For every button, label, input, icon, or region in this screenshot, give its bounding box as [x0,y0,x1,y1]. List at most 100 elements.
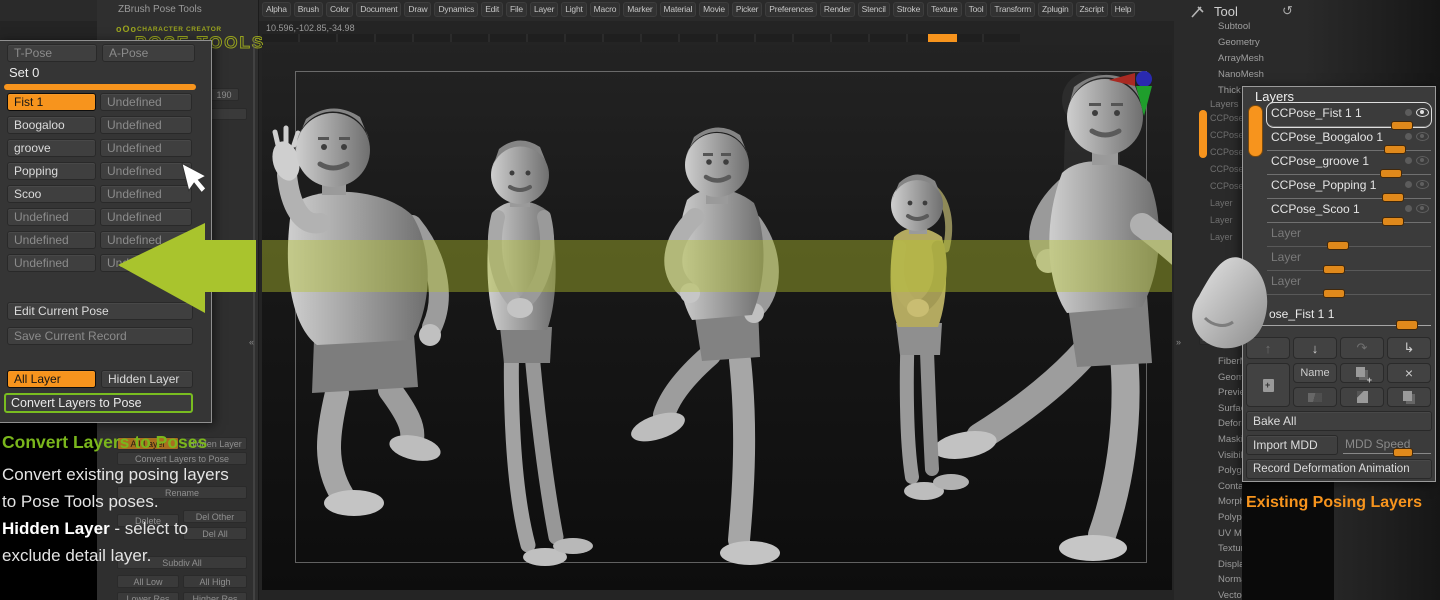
menu-item[interactable]: Color [326,2,353,17]
pose-name-button[interactable]: Popping [7,162,96,180]
eye-icon[interactable] [1416,156,1429,165]
eye-icon[interactable] [1416,180,1429,189]
layers-scrollbar-pill[interactable] [1248,105,1263,157]
eye-icon[interactable] [1416,132,1429,141]
palette-section-item[interactable]: NanoMesh [1218,67,1264,83]
duplicate-layer-button[interactable] [1340,363,1384,383]
convert-layers-to-pose-button[interactable]: Convert Layers to Pose [4,393,193,413]
pose-value-button[interactable]: Undefined [100,162,192,180]
menu-item[interactable]: Stencil [858,2,890,17]
new-layer-button[interactable] [1246,363,1290,407]
menu-item[interactable]: Render [820,2,855,17]
eye-icon[interactable] [1416,108,1429,117]
layer-row[interactable]: CCPose_Boogaloo 1 [1267,127,1431,151]
menu-item[interactable]: Help [1111,2,1136,17]
pose-name-button[interactable]: groove [7,139,96,157]
layer-row[interactable]: Layer [1267,247,1431,271]
rename-layer-button[interactable]: Name [1293,363,1337,383]
record-icon[interactable] [1405,181,1412,188]
menu-item[interactable]: Document [356,2,401,17]
menu-item[interactable]: Zscript [1076,2,1108,17]
all-layer-button[interactable]: All Layer [7,370,96,388]
menu-item[interactable]: Draw [404,2,431,17]
menu-item[interactable]: Dynamics [434,2,478,17]
palette-section-item[interactable]: Geometry [1218,35,1264,51]
import-mdd-button[interactable]: Import MDD [1246,435,1338,455]
menu-item[interactable]: Layer [530,2,558,17]
bg-lower-res-button[interactable]: Lower Res [117,592,179,600]
record-deformation-button[interactable]: Record Deformation Animation [1246,459,1432,479]
active-tab-marker[interactable] [928,34,957,42]
layer-row[interactable]: CCPose_Scoo 1 [1267,199,1431,223]
menu-item[interactable]: Preferences [765,2,817,17]
invert-layer-button[interactable] [1340,387,1384,407]
mini-layer-item[interactable]: Layer [1210,212,1242,229]
value-190-field[interactable]: 190 [209,88,239,101]
menu-item[interactable]: Edit [481,2,503,17]
layer-row[interactable]: CCPose_groove 1 [1267,151,1431,175]
redo-layer-button[interactable]: ↷ [1340,337,1384,359]
pose-name-button[interactable]: Scoo [7,185,96,203]
menu-item[interactable]: Alpha [262,2,291,17]
bg-all-low-button[interactable]: All Low [117,575,179,588]
mini-layer-item[interactable]: CCPose [1210,110,1242,127]
right-divider-handle[interactable]: » [1176,337,1181,347]
mdd-speed-handle[interactable] [1393,448,1413,457]
mini-layer-item[interactable]: CCPose [1210,144,1242,161]
viewport-canvas[interactable] [262,45,1172,590]
menu-item[interactable]: Brush [294,2,323,17]
hidden-layer-button[interactable]: Hidden Layer [101,370,193,388]
layer-row[interactable]: CCPose_Popping 1 [1267,175,1431,199]
layers-section-label[interactable]: Layers [1210,99,1239,110]
record-icon[interactable] [1405,157,1412,164]
menu-item[interactable]: Tool [965,2,988,17]
layer-slider-handle[interactable] [1396,320,1418,330]
layer-intensity-handle[interactable] [1323,289,1345,298]
record-icon[interactable] [1405,205,1412,212]
timeline-tab-strip[interactable] [262,34,1020,42]
save-current-record-button[interactable]: Save Current Record [7,327,193,345]
layer-row[interactable]: Layer [1267,223,1431,247]
menu-item[interactable]: Marker [623,2,656,17]
plugin-field[interactable] [209,108,247,120]
left-divider-handle[interactable]: « [249,337,254,347]
menu-item[interactable]: Macro [590,2,621,17]
pose-name-button[interactable]: Undefined [7,254,96,272]
branch-layer-button[interactable]: ↳ [1387,337,1431,359]
set-slider-bar[interactable] [4,84,196,90]
menu-item[interactable]: Stroke [893,2,924,17]
pose-name-button[interactable]: Fist 1 [7,93,96,111]
a-pose-button[interactable]: A-Pose [102,44,195,62]
pose-name-button[interactable]: Undefined [7,208,96,226]
menu-item[interactable]: Zplugin [1038,2,1072,17]
record-icon[interactable] [1405,133,1412,140]
menu-item[interactable]: Movie [699,2,729,17]
mini-layer-item[interactable]: CCPose [1210,161,1242,178]
record-icon[interactable] [1405,109,1412,116]
bake-all-button[interactable]: Bake All [1246,411,1432,431]
pose-value-button[interactable]: Undefined [100,139,192,157]
layer-row[interactable]: CCPose_Fist 1 1 [1267,103,1431,127]
bg-all-high-button[interactable]: All High [183,575,247,588]
layers-scroll-pill[interactable] [1199,110,1207,158]
menu-item[interactable]: Texture [927,2,961,17]
pose-value-button[interactable]: Undefined [100,93,192,111]
mini-layer-item[interactable]: CCPose [1210,127,1242,144]
pose-value-button[interactable]: Undefined [100,185,192,203]
eye-icon[interactable] [1416,204,1429,213]
split-layer-button[interactable] [1387,387,1431,407]
t-pose-button[interactable]: T-Pose [7,44,97,62]
menu-item[interactable]: Light [561,2,586,17]
bg-higher-res-button[interactable]: Higher Res [183,592,247,600]
mini-layer-item[interactable]: Layer [1210,195,1242,212]
menu-item[interactable]: Transform [990,2,1035,17]
merge-layers-button[interactable] [1293,387,1337,407]
mini-layer-item[interactable]: CCPose [1210,178,1242,195]
pose-name-button[interactable]: Boogaloo [7,116,96,134]
layer-row[interactable]: Layer [1267,271,1431,295]
pose-name-button[interactable]: Undefined [7,231,96,249]
mdd-speed-track[interactable] [1343,453,1431,454]
pose-value-button[interactable]: Undefined [100,116,192,134]
menu-item[interactable]: Picker [732,2,762,17]
menu-item[interactable]: Material [660,2,697,17]
